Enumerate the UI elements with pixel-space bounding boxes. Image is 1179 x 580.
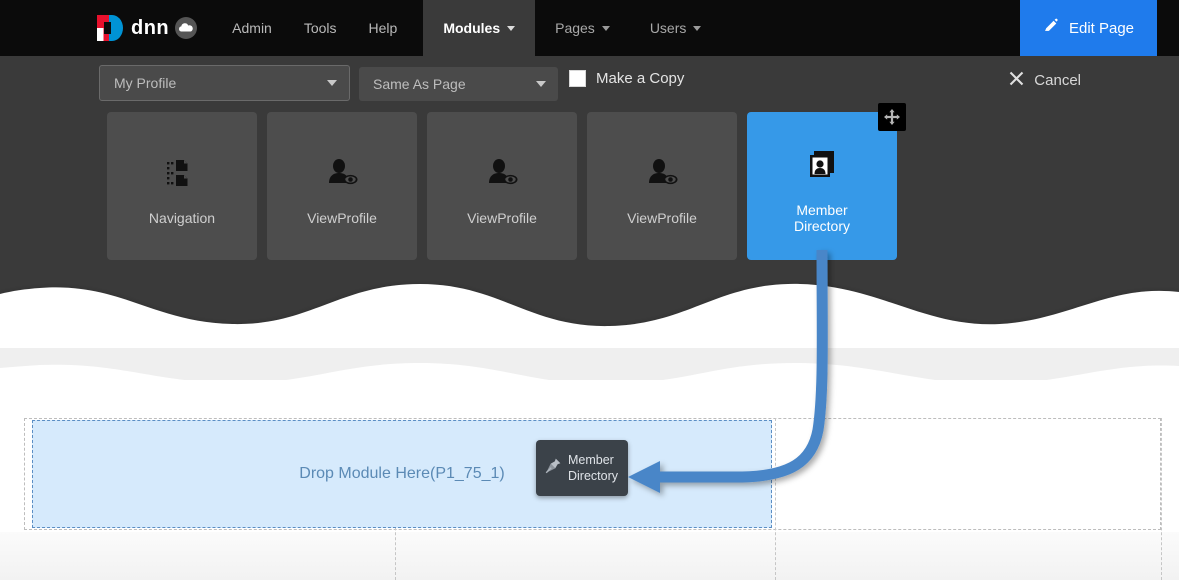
column-divider [1161,418,1162,580]
module-tile-label: Navigation [148,210,216,226]
cancel-button[interactable]: Cancel [1008,70,1081,91]
module-toolbar: My Profile Same As Page Make a Copy Canc… [0,56,1179,108]
pane-select[interactable]: Same As Page [359,67,558,101]
contact-cards-icon [802,138,842,192]
cloud-icon [174,16,198,40]
user-eye-icon [482,146,522,200]
dnn-d-mark-icon [96,13,126,43]
chevron-down-icon [536,81,546,87]
nav-tab-pages[interactable]: Pages [535,0,630,56]
nav-tab-users-label: Users [649,20,687,36]
pane-select-value: Same As Page [373,76,466,92]
user-eye-icon [642,146,682,200]
module-tile-label: ViewProfile [627,210,697,226]
column-divider [775,418,776,580]
module-tile-label: ViewProfile [467,210,537,226]
pin-icon [544,457,562,480]
checkbox-box [569,70,586,87]
nav-link-tools[interactable]: Tools [288,0,353,56]
tile-connector-stub [817,256,827,282]
user-eye-icon [322,146,362,200]
drag-ghost-label: Member Directory [568,453,619,483]
edit-page-label: Edit Page [1068,19,1135,37]
move-arrows-icon[interactable] [878,103,906,131]
drop-zone-label: Drop Module Here(P1_75_1) [299,465,505,482]
lower-gray-strip [0,532,1179,580]
nav-tab-pages-label: Pages [555,20,595,36]
admin-nav-tabs: Modules Pages Users [423,0,722,56]
cancel-label: Cancel [1034,72,1081,89]
chevron-down-icon [327,80,337,86]
admin-topbar: dnn Admin Tools Help Modules Pages Users… [0,0,1179,56]
module-tile-navigation[interactable]: Navigation [107,112,257,260]
sitemap-icon [162,146,202,200]
drop-zone[interactable]: Drop Module Here(P1_75_1) [32,420,772,528]
module-tile-viewprofile-3[interactable]: ViewProfile [587,112,737,260]
close-x-icon [1008,70,1025,91]
make-a-copy-label: Make a Copy [596,70,685,87]
module-select[interactable]: My Profile [99,65,350,101]
screen: Drop Module Here(P1_75_1) dnn Admin Tool… [0,0,1179,580]
module-tile-label: Member Directory [793,202,850,234]
nav-tab-modules[interactable]: Modules [423,0,536,56]
chevron-down-icon [507,25,516,31]
module-select-value: My Profile [114,75,177,91]
nav-link-admin[interactable]: Admin [216,0,288,56]
admin-panel: dnn Admin Tools Help Modules Pages Users… [0,0,1179,330]
module-tile-list: Navigation ViewProfile ViewProfile ViewP… [107,103,906,282]
module-tile-viewprofile-2[interactable]: ViewProfile [427,112,577,260]
pencil-icon [1043,18,1060,39]
module-tile-member-directory[interactable]: Member Directory [747,103,906,282]
chevron-down-icon [693,25,702,31]
dnn-logo[interactable]: dnn [0,0,216,56]
nav-tab-modules-label: Modules [443,20,501,36]
module-tile-viewprofile-1[interactable]: ViewProfile [267,112,417,260]
edit-page-button[interactable]: Edit Page [1020,0,1157,56]
module-tile-label: ViewProfile [307,210,377,226]
drag-ghost[interactable]: Member Directory [536,440,628,496]
nav-link-help[interactable]: Help [353,0,414,56]
nav-tab-users[interactable]: Users [629,0,722,56]
chevron-down-icon [601,25,610,31]
dnn-logo-text: dnn [131,17,170,39]
make-a-copy-checkbox[interactable]: Make a Copy [569,70,684,87]
admin-nav-links: Admin Tools Help [216,0,413,56]
